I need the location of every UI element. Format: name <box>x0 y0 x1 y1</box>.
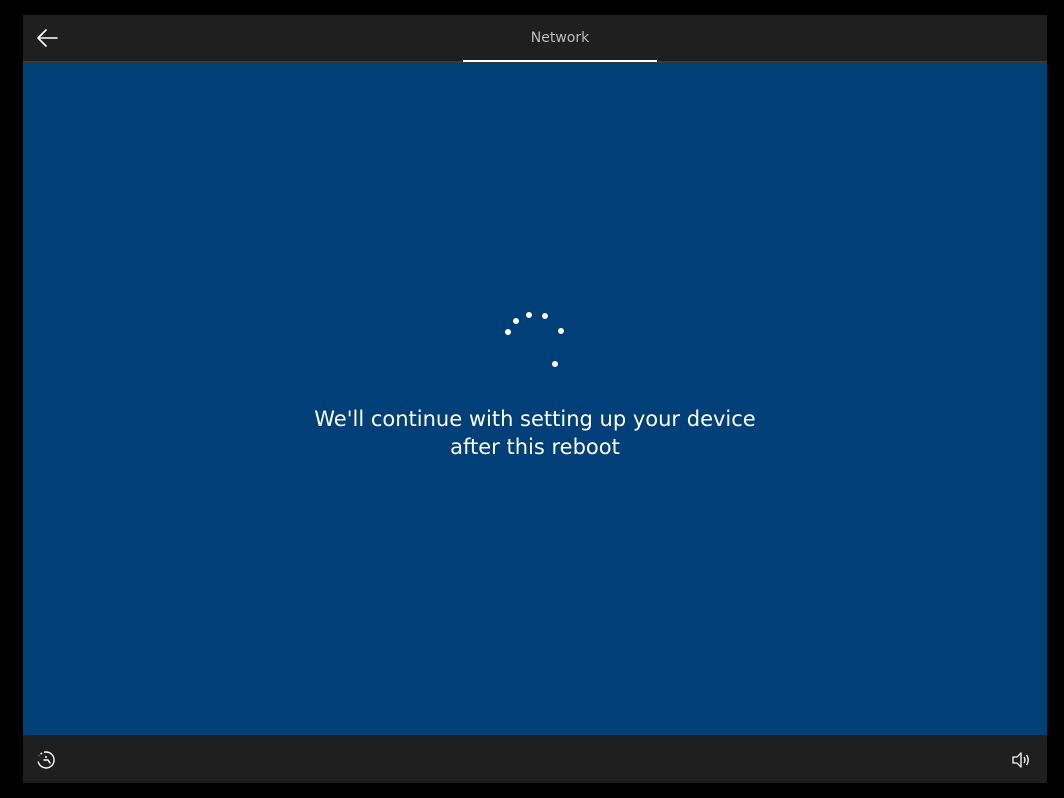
spinner-dot <box>542 313 548 319</box>
spinner-dot <box>505 329 511 335</box>
oobe-window: Network We'll continue with setting up y… <box>23 15 1047 783</box>
ease-of-access-button[interactable] <box>35 749 57 771</box>
bottom-bar <box>23 735 1047 783</box>
loading-spinner-icon <box>505 312 564 367</box>
ease-of-access-icon <box>37 751 55 769</box>
status-message: We'll continue with setting up your devi… <box>235 405 835 461</box>
spinner-dot <box>513 318 519 324</box>
spinner-dot <box>558 328 564 334</box>
status-message-line2: after this reboot <box>450 435 620 459</box>
spinner-dot <box>526 312 532 318</box>
volume-button[interactable] <box>1009 749 1033 771</box>
spinner-dot <box>552 361 558 367</box>
status-message-line1: We'll continue with setting up your devi… <box>314 407 756 431</box>
volume-icon <box>1012 752 1029 768</box>
